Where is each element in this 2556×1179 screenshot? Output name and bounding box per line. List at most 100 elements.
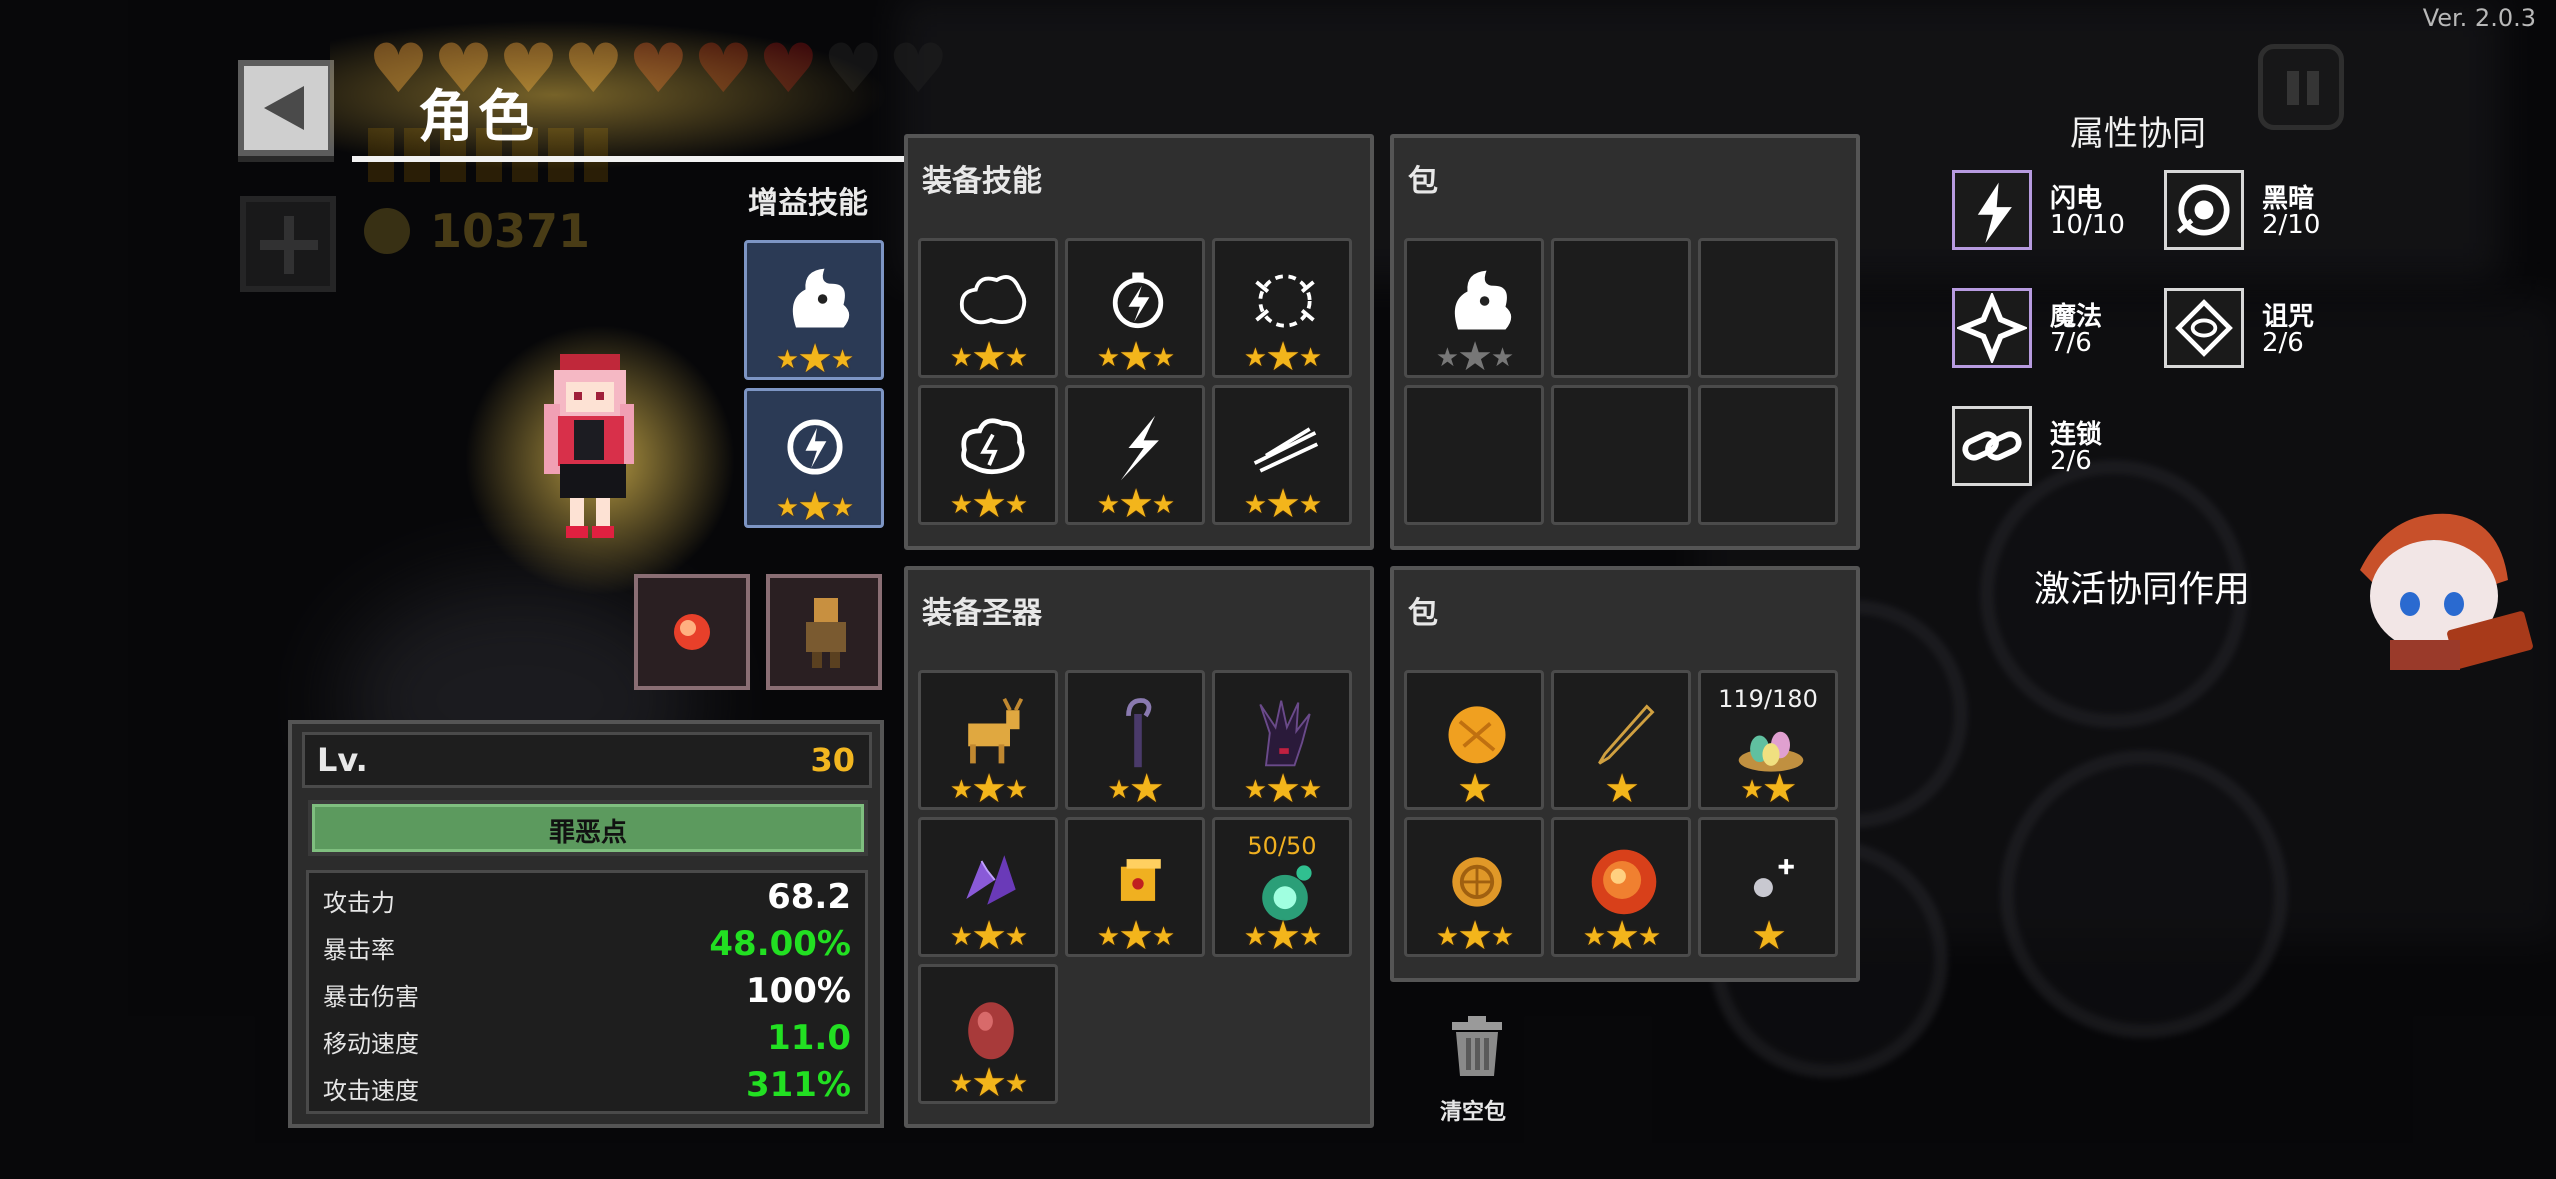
equip-relic-slot[interactable]: ★★★ <box>1065 817 1205 957</box>
guide-npc-avatar[interactable] <box>2330 500 2540 680</box>
equip-skill-slot[interactable]: ★★★ <box>1065 238 1205 378</box>
equip-skill-slot[interactable]: ★★★ <box>1212 385 1352 525</box>
pause-button[interactable] <box>2258 44 2344 130</box>
cloud-burst-icon <box>959 275 1027 325</box>
star-icon: ★ <box>830 493 854 523</box>
gold-coin-icon <box>1452 857 1502 907</box>
star-icon: ★ <box>949 490 973 520</box>
skill-bag-slot[interactable] <box>1698 238 1838 378</box>
add-button[interactable] <box>240 196 336 292</box>
activate-synergy-button[interactable]: 激活协同作用 <box>2034 560 2250 612</box>
relic-bag-slot[interactable]: ★ <box>1404 670 1544 810</box>
relic-bag-slot[interactable]: 119/180 ★★ <box>1698 670 1838 810</box>
star-icon: ★ <box>1243 343 1267 373</box>
star-icon: ★ <box>1151 343 1175 373</box>
equip-relic-slot[interactable]: ★★★ <box>918 817 1058 957</box>
equip-skill-slot[interactable]: ★★★ <box>918 238 1058 378</box>
star-icon: ★ <box>971 913 1007 959</box>
star-icon: ★ <box>1243 775 1267 805</box>
stat-row-move-speed: 移动速度 11.0 <box>309 1016 865 1063</box>
thunder-cloud-icon <box>961 418 1025 475</box>
stat-list: 攻击力 68.2 暴击率 48.00% 暴击伤害 100% 移动速度 11.0 … <box>306 870 868 1114</box>
back-button[interactable] <box>238 60 334 156</box>
sparkle-gem-icon <box>1753 859 1794 898</box>
boost-skill-slot[interactable]: ★★★ <box>744 388 884 528</box>
star-rating: ★★★ <box>1068 484 1202 524</box>
slash-streak-icon <box>1253 427 1319 473</box>
fountain-pen-icon <box>1598 704 1655 765</box>
relic-bag-slot[interactable]: ★ <box>1698 817 1838 957</box>
star-icon: ★ <box>949 922 973 952</box>
relic-bag-title: 包 <box>1408 596 1438 631</box>
skill-bag-slot[interactable]: ★★★ <box>1404 238 1544 378</box>
synergy-count: 2/6 <box>2050 446 2092 476</box>
level-value: 30 <box>810 741 855 779</box>
star-icon: ★ <box>971 334 1007 380</box>
equip-skill-slot[interactable]: ★★★ <box>1065 385 1205 525</box>
synergy-chain-link-badge[interactable] <box>1952 406 2032 486</box>
relic-bag-slot[interactable]: ★ <box>1551 670 1691 810</box>
synergy-count: 2/6 <box>2262 328 2304 358</box>
skill-bag-slot[interactable] <box>1404 385 1544 525</box>
skill-bag-slot[interactable] <box>1551 385 1691 525</box>
equip-relic-slot[interactable]: ★★★ <box>918 670 1058 810</box>
fire-gem-icon <box>674 614 710 650</box>
equip-relic-slot[interactable]: ★★ <box>1065 670 1205 810</box>
stat-row-attack-speed: 攻击速度 311% <box>309 1063 865 1110</box>
relic-bag-slot[interactable]: ★★★ <box>1551 817 1691 957</box>
star-rating: ★★★ <box>747 487 881 527</box>
dark-eye-icon <box>2176 184 2230 236</box>
star-icon: ★ <box>1637 922 1661 952</box>
skill-bag-slot[interactable] <box>1698 385 1838 525</box>
star-icon: ★ <box>797 336 833 382</box>
star-rating: ★★★ <box>1215 916 1349 956</box>
star-icon: ★ <box>1243 490 1267 520</box>
star-rating: ★★★ <box>921 1063 1055 1103</box>
relic-quick-slot-fire-gem[interactable] <box>634 574 750 690</box>
level-row: Lv. 30 <box>302 732 872 788</box>
star-rating: ★★★ <box>1068 337 1202 377</box>
star-icon: ★ <box>1151 922 1175 952</box>
star-icon: ★ <box>1457 913 1493 959</box>
coin-icon <box>364 208 410 254</box>
star-rating: ★★★ <box>921 484 1055 524</box>
equip-relic-slot[interactable]: 50/50 ★★★ <box>1212 817 1352 957</box>
equip-relic-slot[interactable]: ★★★ <box>918 964 1058 1104</box>
boost-skill-slot[interactable]: ★★★ <box>744 240 884 380</box>
star-icon: ★ <box>775 493 799 523</box>
synergy-magic-star-badge[interactable] <box>1952 288 2032 368</box>
relic-quick-slot-scarecrow[interactable] <box>766 574 882 690</box>
star-icon: ★ <box>1582 922 1606 952</box>
trash-icon[interactable] <box>1448 1016 1506 1078</box>
version-label: Ver. 2.0.3 <box>2422 4 2536 32</box>
star-icon: ★ <box>1118 913 1154 959</box>
synergy-dark-eye-badge[interactable] <box>2164 170 2244 250</box>
boost-skills-label: 增益技能 <box>748 186 868 221</box>
spark-ring-icon <box>1255 274 1315 328</box>
star-icon: ★ <box>1151 490 1175 520</box>
orange-orb-icon <box>1448 706 1506 764</box>
equip-relic-slot[interactable]: ★★★ <box>1212 670 1352 810</box>
star-icon: ★ <box>1243 922 1267 952</box>
skill-bag-slot[interactable] <box>1551 238 1691 378</box>
synergy-lightning-badge[interactable] <box>1952 170 2032 250</box>
star-icon: ★ <box>1004 490 1028 520</box>
clear-bag-label[interactable]: 清空包 <box>1440 1094 1506 1126</box>
star-icon: ★ <box>1118 334 1154 380</box>
stat-name: 移动速度 <box>323 1030 419 1058</box>
star-rating: ★★ <box>1701 769 1835 809</box>
equip-skills-panel: 装备技能 ★★★ ★★★ ★★★ ★★★ ★★★ ★★★ <box>904 134 1374 550</box>
synergy-curse-eye-badge[interactable] <box>2164 288 2244 368</box>
synergy-title: 属性协同 <box>2070 114 2206 154</box>
equip-skills-title: 装备技能 <box>922 164 1042 199</box>
star-rating: ★★★ <box>747 339 881 379</box>
equip-skill-slot[interactable]: ★★★ <box>918 385 1058 525</box>
star-icon: ★ <box>971 481 1007 527</box>
star-icon: ★ <box>1107 775 1130 805</box>
equip-skill-slot[interactable]: ★★★ <box>1212 238 1352 378</box>
stat-name: 暴击率 <box>323 936 395 964</box>
lightning-lantern-icon <box>1112 272 1164 329</box>
star-icon: ★ <box>949 775 973 805</box>
relic-bag-slot[interactable]: ★★★ <box>1404 817 1544 957</box>
stat-row-attack: 攻击力 68.2 <box>309 875 865 922</box>
